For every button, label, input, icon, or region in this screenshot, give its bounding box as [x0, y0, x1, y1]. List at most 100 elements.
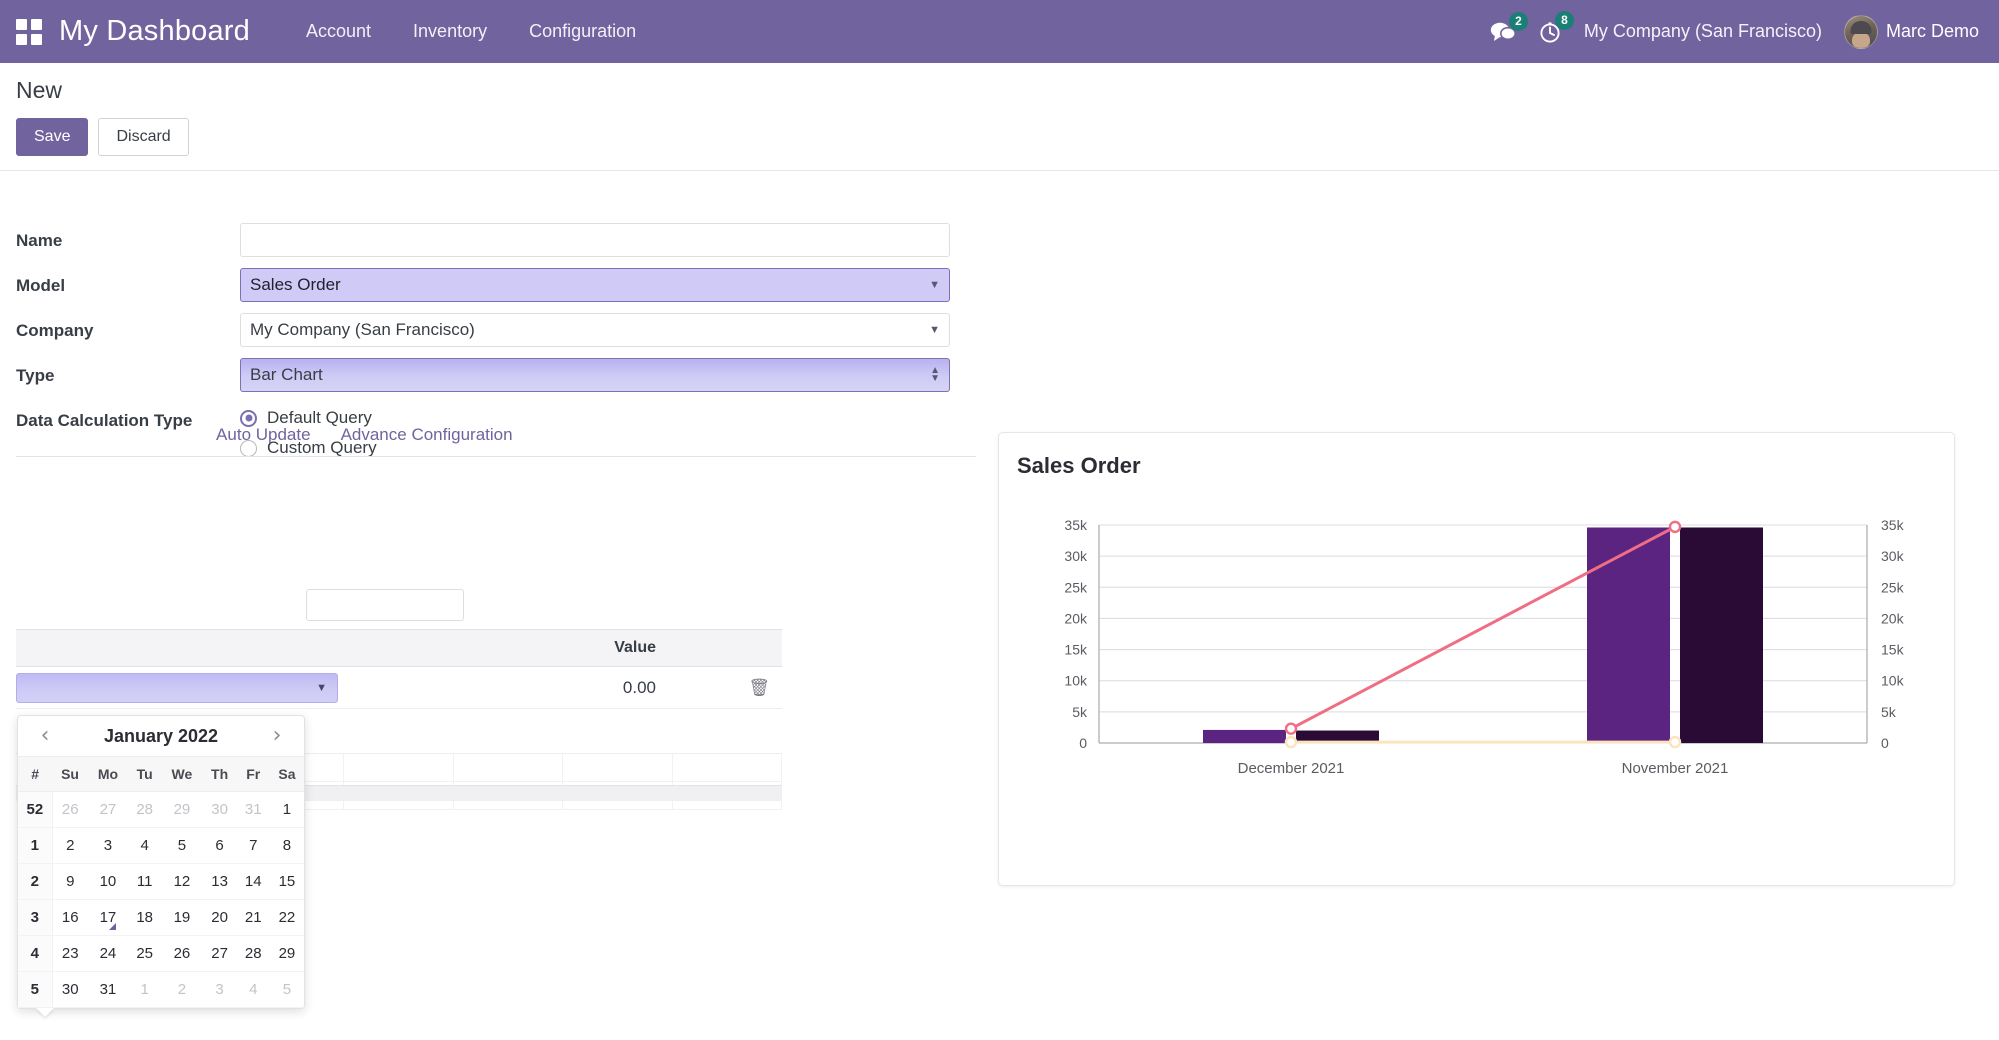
datepicker-day[interactable]: 12 [161, 863, 203, 900]
datepicker-day[interactable]: 19 [161, 899, 203, 936]
week-number: 1 [18, 827, 53, 864]
datepicker-day[interactable]: 27 [87, 791, 129, 828]
menu-item-account[interactable]: Account [292, 13, 385, 50]
datepicker-week-row: 2 9 10 11 12 13 14 15 [18, 863, 304, 900]
name-input[interactable] [240, 223, 950, 257]
datepicker-day[interactable]: 4 [236, 971, 270, 1008]
chat-bubble-icon[interactable]: 2 [1490, 11, 1528, 43]
tab-auto-update[interactable]: Auto Update [216, 425, 311, 445]
datepicker-day[interactable]: 17 [87, 899, 129, 936]
chart-tick-label: 0 [1079, 735, 1087, 751]
datepicker-day[interactable]: 24 [87, 935, 129, 972]
chart-tick-label: 30k [1064, 548, 1088, 564]
field-control-model: ▼ [240, 268, 950, 302]
datepicker-day[interactable]: 20 [202, 899, 237, 936]
type-select[interactable] [240, 358, 950, 392]
datepicker-day[interactable]: 5 [269, 971, 304, 1008]
datepicker-day[interactable]: 1 [128, 971, 162, 1008]
datepicker-week-row: 52 26 27 28 29 30 31 1 [18, 791, 304, 828]
company-select[interactable] [240, 313, 950, 347]
chevron-down-icon: ▼ [316, 681, 327, 694]
chart-point[interactable] [1284, 722, 1298, 735]
datepicker-day[interactable]: 2 [161, 971, 203, 1008]
datepicker-day[interactable]: 16 [52, 899, 88, 936]
tab-advance-configuration[interactable]: Advance Configuration [341, 425, 513, 445]
datepicker-day[interactable]: 13 [202, 863, 237, 900]
chart-tick-label: 5k [1072, 704, 1088, 720]
datepicker-day[interactable]: 15 [269, 863, 304, 900]
chart-point[interactable] [1668, 735, 1682, 749]
chart-bar[interactable] [1680, 527, 1763, 743]
radio-icon-default-query[interactable] [240, 409, 257, 427]
datepicker-day[interactable]: 10 [87, 863, 129, 900]
user-menu[interactable]: Marc Demo [1843, 14, 1979, 49]
chart-point[interactable] [1668, 520, 1682, 534]
clock-icon[interactable]: 8 [1538, 10, 1574, 44]
weekday-header-su: Su [52, 756, 88, 792]
datepicker-day[interactable]: 27 [202, 935, 237, 972]
datepicker-day[interactable]: 9 [52, 863, 88, 900]
datepicker-day[interactable]: 11 [128, 863, 162, 900]
datepicker-day[interactable]: 25 [128, 935, 162, 972]
notebook: Auto Update Advance Configuration on Cha… [16, 425, 976, 662]
chart-bar[interactable] [1587, 527, 1670, 743]
menu-item-inventory[interactable]: Inventory [399, 13, 501, 50]
chart-point[interactable] [1284, 735, 1298, 749]
chart-tick-label: 25k [1064, 579, 1088, 595]
field-control-type: ▲▼ [240, 358, 950, 392]
datepicker-day[interactable]: 5 [161, 827, 203, 864]
datepicker-day[interactable]: 26 [161, 935, 203, 972]
apps-grid-icon[interactable] [16, 18, 42, 45]
field-row-name: Name [16, 223, 976, 257]
datepicker-day[interactable]: 3 [87, 827, 129, 864]
chart-plot-area[interactable]: 0 0 5k 5k 10k 10k 15k 15k 20k 20k 25k 25k 30k 30k 35k 3… [999, 489, 1956, 885]
save-button[interactable]: Save [16, 118, 89, 156]
line-field-select[interactable]: ▼ [16, 672, 338, 703]
chevron-right-icon[interactable]: › [264, 725, 290, 747]
datepicker-day[interactable]: 22 [269, 899, 304, 936]
trash-icon[interactable]: 🗑 [748, 678, 770, 697]
field-row-model: Model ▼ [16, 268, 976, 302]
datepicker-day[interactable]: 21 [236, 899, 270, 936]
secondary-input[interactable] [306, 589, 464, 621]
datepicker-day[interactable]: 2 [52, 827, 88, 864]
datepicker-day[interactable]: 4 [128, 827, 162, 864]
datepicker-day[interactable]: 30 [52, 971, 88, 1008]
datepicker-day[interactable]: 1 [269, 791, 304, 828]
lines-header-row: Value [16, 629, 782, 667]
chart-tick-label: November 2021 [1622, 760, 1729, 777]
brand-title[interactable]: My Dashboard [59, 15, 250, 48]
datepicker-day[interactable]: 31 [236, 791, 270, 828]
weekday-header-weeknum: # [18, 756, 53, 792]
datepicker-day[interactable]: 14 [236, 863, 270, 900]
weekday-header-th: Th [202, 756, 237, 792]
lines-table-head: Value [16, 629, 782, 667]
chart-bar[interactable] [1203, 729, 1286, 743]
messages-badge: 2 [1508, 11, 1528, 31]
datepicker-day[interactable]: 31 [87, 971, 129, 1008]
discard-button[interactable]: Discard [98, 118, 189, 156]
datepicker-day[interactable]: 6 [202, 827, 237, 864]
datepicker-day[interactable]: 8 [269, 827, 304, 864]
datepicker-day[interactable]: 29 [269, 935, 304, 972]
model-select[interactable] [240, 268, 950, 302]
datepicker-day[interactable]: 3 [202, 971, 237, 1008]
datepicker-title[interactable]: January 2022 [104, 726, 218, 747]
datepicker-day[interactable]: 29 [161, 791, 203, 828]
cell-value[interactable]: 0.00 [346, 666, 668, 709]
week-number: 2 [18, 863, 53, 900]
datepicker-day[interactable]: 28 [128, 791, 162, 828]
datepicker-day[interactable]: 7 [236, 827, 270, 864]
datepicker-day[interactable]: 26 [52, 791, 88, 828]
chevron-left-icon[interactable]: ‹ [32, 725, 58, 747]
chart-tick-label: 15k [1881, 642, 1905, 658]
table-row[interactable]: ▼ 0.00 🗑 [16, 666, 782, 709]
field-label-name: Name [16, 231, 63, 250]
company-switcher[interactable]: My Company (San Francisco) [1584, 21, 1822, 42]
datepicker-day[interactable]: 23 [52, 935, 88, 972]
datepicker-day[interactable]: 18 [128, 899, 162, 936]
datepicker-day[interactable]: 28 [236, 935, 270, 972]
weekday-header-sa: Sa [269, 756, 304, 792]
menu-item-configuration[interactable]: Configuration [515, 13, 650, 50]
datepicker-day[interactable]: 30 [202, 791, 237, 828]
